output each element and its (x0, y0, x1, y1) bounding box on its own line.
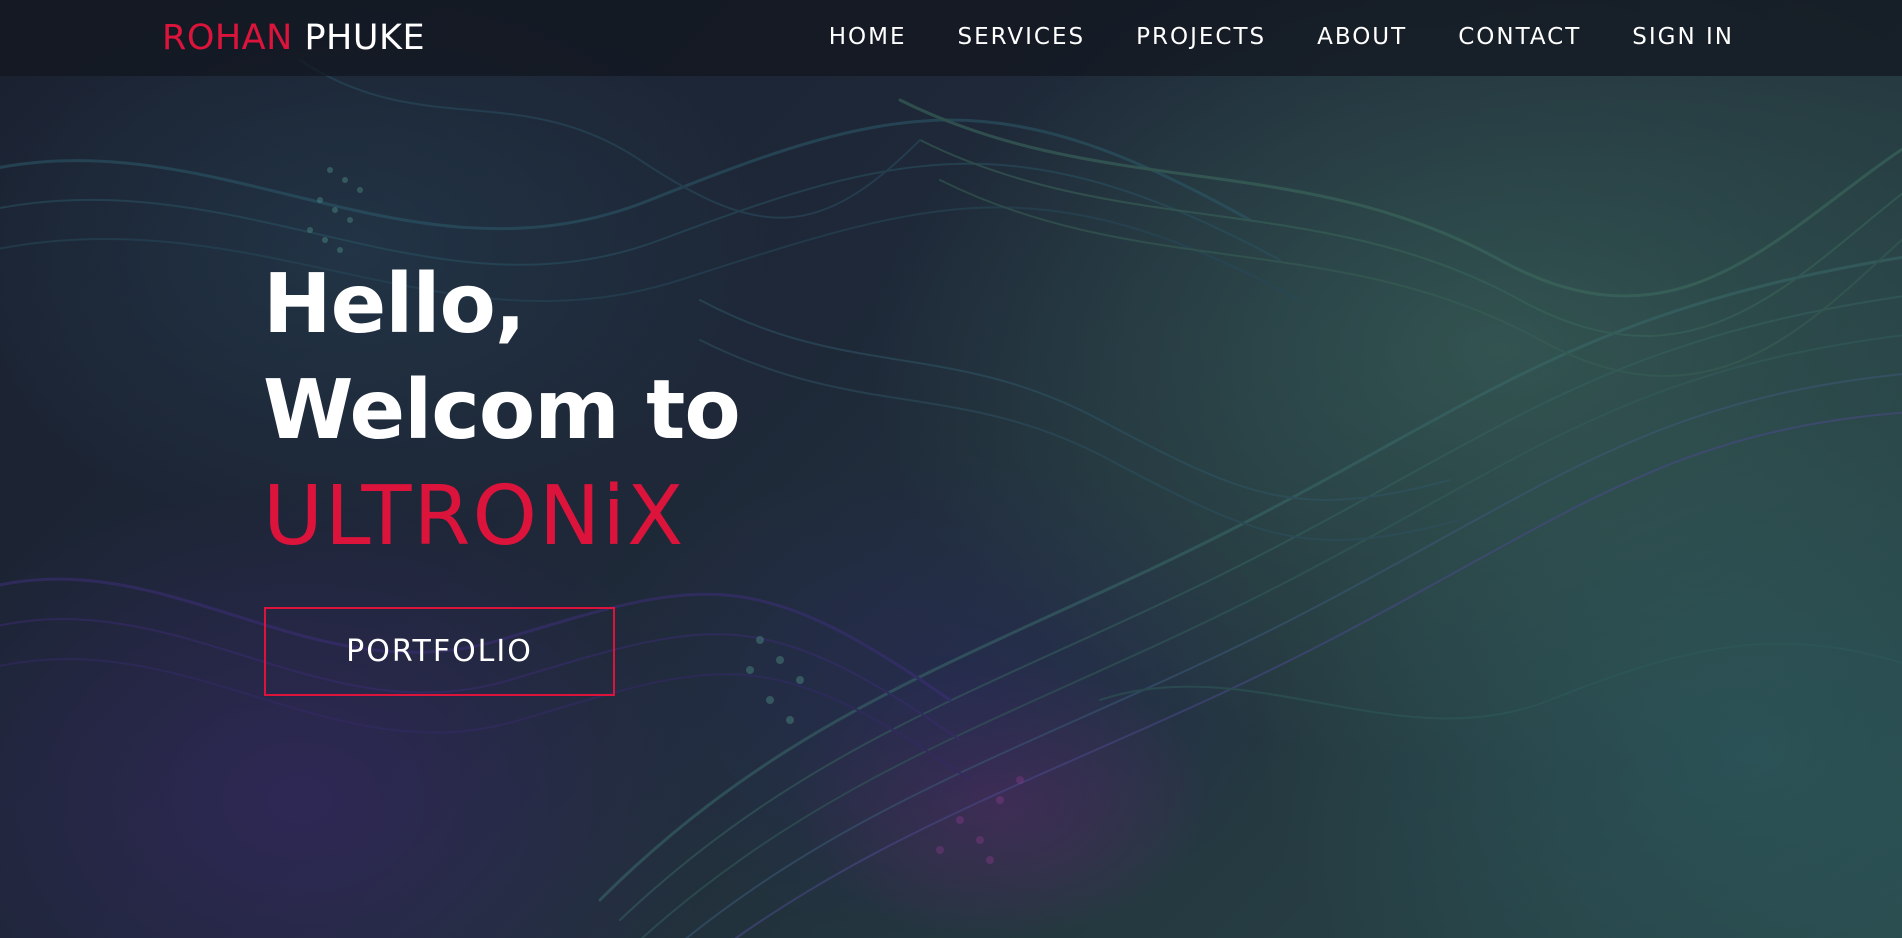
portfolio-button[interactable]: PORTFOLIO (264, 607, 615, 696)
nav-about[interactable]: ABOUT (1317, 22, 1407, 52)
nav-services[interactable]: SERVICES (958, 22, 1086, 52)
hero-greeting: Hello, (263, 257, 526, 352)
logo-last-name: PHUKE (304, 18, 426, 58)
site-logo[interactable]: ROHAN PHUKE (162, 14, 425, 62)
nav-home[interactable]: HOME (829, 22, 907, 52)
hero-brand-name: ULTRONiX (263, 469, 686, 564)
nav-sign-in[interactable]: SIGN IN (1632, 22, 1734, 52)
logo-first-name: ROHAN (162, 18, 293, 58)
navbar: ROHAN PHUKE HOME SERVICES PROJECTS ABOUT… (0, 0, 1902, 76)
hero-welcome: Welcom to (263, 363, 741, 458)
nav-contact[interactable]: CONTACT (1458, 22, 1581, 52)
main-nav: HOME SERVICES PROJECTS ABOUT CONTACT SIG… (778, 22, 1734, 52)
nav-projects[interactable]: PROJECTS (1136, 22, 1266, 52)
hero-heading: Hello, Welcom to ULTRONiX (263, 252, 741, 570)
